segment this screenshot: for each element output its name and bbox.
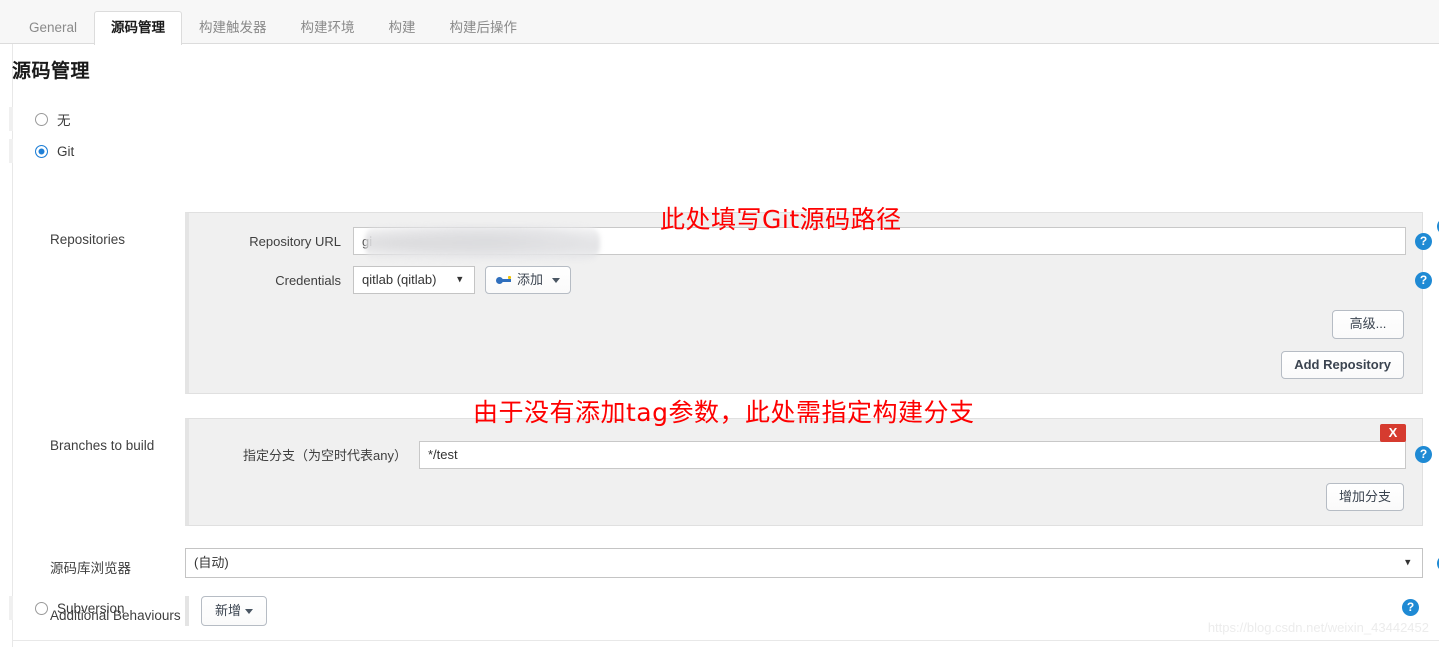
scm-option-none[interactable]: 无	[9, 107, 1423, 131]
radio-none-icon[interactable]	[35, 112, 48, 126]
branch-specifier-label: 指定分支（为空时代表any）	[243, 448, 407, 464]
repository-browser-label: 源码库浏览器	[50, 560, 131, 576]
scm-option-git-label: Git	[57, 143, 75, 159]
advanced-button-row: 高级...	[205, 310, 1406, 339]
tab-scm[interactable]: 源码管理	[94, 10, 183, 45]
tab-list: General 源码管理 构建触发器 构建环境 构建 构建后操作	[12, 7, 535, 45]
subversion-help-icon[interactable]: ?	[1402, 599, 1419, 616]
caret-down-icon	[552, 277, 561, 283]
add-branch-button-row: 增加分支	[205, 482, 1406, 512]
scm-radio-group: 无 Git	[9, 107, 1423, 163]
branches-panel: 指定分支（为空时代表any） X ? 增加分支	[185, 417, 1432, 527]
tab-general[interactable]: General	[12, 11, 94, 45]
scm-option-subversion-label: Subversion	[57, 600, 125, 616]
branches-row: Branches to build 指定分支（为空时代表any） X ? 增加分…	[17, 417, 1432, 527]
repository-url-help-icon[interactable]: ?	[1415, 232, 1432, 250]
branch-specifier-input[interactable]	[419, 440, 1406, 469]
add-repository-button[interactable]: Add Repository	[1281, 350, 1404, 379]
repository-browser-row: 源码库浏览器 (自动) ▾ ?	[17, 548, 1439, 579]
add-repository-button-row: Add Repository	[205, 350, 1406, 379]
delete-branch-button[interactable]: X	[1380, 423, 1406, 442]
scm-page: 源码管理 无 Git Repositories Repository URL ?	[0, 44, 1439, 647]
repository-url-label: Repository URL	[249, 233, 341, 249]
git-config-section: Repositories Repository URL ? Credential…	[17, 212, 1439, 640]
tab-bar: General 源码管理 构建触发器 构建环境 构建 构建后操作	[0, 0, 1439, 45]
key-icon	[496, 274, 512, 286]
scm-option-git[interactable]: Git	[9, 139, 1423, 163]
bottom-divider	[12, 640, 1439, 641]
advanced-button[interactable]: 高级...	[1332, 310, 1404, 339]
repository-browser-value: (自动)	[194, 555, 229, 571]
repositories-panel-inner: Repository URL ? Credentials qitlab (qit…	[189, 213, 1432, 393]
repositories-row: Repositories Repository URL ? Credential…	[17, 212, 1439, 394]
tab-build-triggers[interactable]: 构建触发器	[182, 11, 284, 45]
radio-git-icon[interactable]	[35, 144, 48, 158]
credentials-select-value: qitlab (qitlab)	[362, 272, 437, 288]
scm-radio-group-subversion: Subversion	[9, 596, 1423, 620]
repository-browser-select[interactable]: (自动) ▾	[185, 548, 1423, 579]
add-branch-button[interactable]: 增加分支	[1325, 482, 1404, 512]
watermark: https://blog.csdn.net/weixin_43442452	[1207, 620, 1429, 635]
add-credentials-label: 添加	[517, 272, 544, 287]
credentials-row: Credentials qitlab (qitlab) ▾ 添加 ?	[205, 266, 1432, 295]
chevron-down-icon: ▾	[1405, 556, 1411, 569]
radio-subversion-icon[interactable]	[35, 601, 48, 615]
branches-label: Branches to build	[50, 437, 155, 453]
tab-build-environment[interactable]: 构建环境	[284, 11, 372, 45]
tab-build[interactable]: 构建	[372, 11, 433, 45]
branch-specifier-row: 指定分支（为空时代表any） X ?	[205, 423, 1432, 469]
scm-option-subversion[interactable]: Subversion	[9, 596, 1423, 620]
add-credentials-button[interactable]: 添加	[485, 266, 572, 295]
credentials-select[interactable]: qitlab (qitlab) ▾	[353, 266, 475, 295]
page-title: 源码管理	[12, 61, 91, 82]
tab-post-build-actions[interactable]: 构建后操作	[433, 11, 535, 45]
repository-browser-field-wrap: (自动) ▾ ?	[185, 548, 1439, 579]
chevron-down-icon: ▾	[457, 273, 463, 286]
credentials-label: Credentials	[275, 272, 341, 288]
repositories-panel: Repository URL ? Credentials qitlab (qit…	[185, 212, 1432, 394]
branches-panel-inner: 指定分支（为空时代表any） X ? 增加分支	[189, 419, 1432, 525]
repositories-label: Repositories	[50, 232, 126, 247]
repository-url-row: Repository URL ?	[205, 225, 1432, 261]
repository-url-input[interactable]	[353, 227, 1406, 255]
scm-option-none-label: 无	[57, 113, 71, 128]
credentials-help-icon[interactable]: ?	[1415, 271, 1432, 289]
